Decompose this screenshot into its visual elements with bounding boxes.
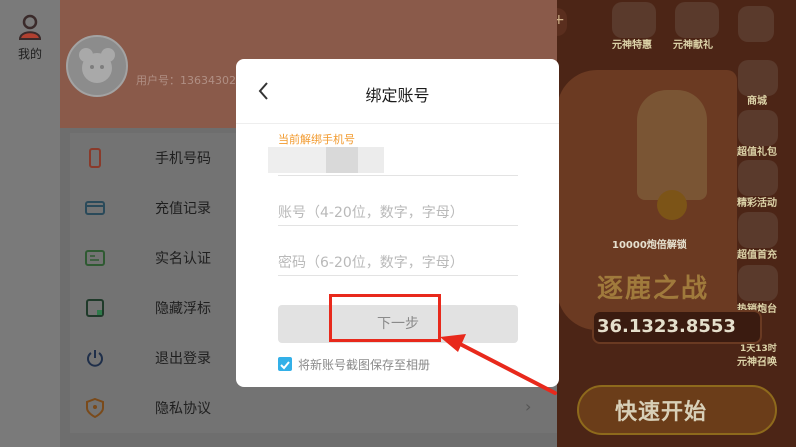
plus-icon: + bbox=[557, 12, 565, 28]
menu-item-label: 充值记录 bbox=[155, 201, 211, 217]
game-icon-label: 元神献礼 bbox=[673, 40, 713, 51]
avatar-placeholder-icon bbox=[79, 48, 115, 83]
shield-icon bbox=[86, 398, 104, 418]
hero-art bbox=[637, 90, 707, 200]
menu-item-label: 隐私协议 bbox=[155, 401, 211, 417]
lock-icon[interactable] bbox=[657, 190, 687, 220]
highlight-box bbox=[329, 294, 441, 342]
events-icon[interactable] bbox=[738, 160, 778, 196]
account-input[interactable]: 账号（4-20位，数字，字母） bbox=[278, 202, 464, 222]
unlock-banner-text: 10000炮倍解锁 bbox=[612, 240, 687, 251]
save-screenshot-checkbox[interactable] bbox=[278, 357, 292, 371]
grid-menu-icon[interactable] bbox=[738, 6, 774, 42]
account-underline bbox=[278, 225, 518, 226]
menu-item-label: 退出登录 bbox=[155, 351, 211, 367]
current-phone-hint: 当前解绑手机号 bbox=[278, 133, 355, 146]
menu-item-label: 隐藏浮标 bbox=[155, 301, 211, 317]
phone-icon bbox=[89, 148, 101, 168]
gift-offer-icon[interactable] bbox=[675, 2, 719, 38]
shop-icon[interactable] bbox=[738, 60, 778, 96]
game-icon-label: 商城 bbox=[747, 96, 767, 107]
first-recharge-icon[interactable] bbox=[738, 212, 778, 248]
save-screenshot-label[interactable]: 将新账号截图保存至相册 bbox=[298, 356, 430, 373]
phone-underline bbox=[278, 175, 518, 176]
divider bbox=[236, 123, 559, 124]
password-input[interactable]: 密码（6-20位，数字，字母） bbox=[278, 252, 464, 272]
menu-item-privacy[interactable]: 隐私协议 › bbox=[70, 383, 557, 433]
game-icon-label: 元神特惠 bbox=[612, 40, 652, 51]
password-underline bbox=[278, 275, 518, 276]
game-icon-label: 超值首充 bbox=[737, 250, 777, 261]
id-card-icon bbox=[85, 250, 105, 266]
game-icon-label: 精彩活动 bbox=[737, 198, 777, 209]
rail-label-mine[interactable]: 我的 bbox=[0, 45, 60, 62]
user-id-text: 用户号：13634302 bbox=[136, 74, 236, 87]
game-icon-label: 超值礼包 bbox=[737, 147, 777, 158]
event-title-art: 逐鹿之战 bbox=[597, 274, 710, 304]
card-icon bbox=[85, 201, 105, 215]
quick-start-label: 快速开始 bbox=[615, 400, 708, 425]
power-icon bbox=[87, 350, 103, 367]
checkmark-icon bbox=[280, 361, 290, 370]
game-icon-label: 元神召唤 bbox=[737, 357, 777, 368]
user-icon[interactable] bbox=[19, 14, 41, 40]
hot-cannon-icon[interactable] bbox=[738, 265, 778, 301]
special-offer-icon[interactable] bbox=[612, 2, 656, 38]
menu-item-label: 手机号码 bbox=[155, 151, 211, 167]
chevron-right-icon: › bbox=[525, 397, 532, 416]
menu-item-label: 实名认证 bbox=[155, 251, 211, 267]
left-rail: 我的 bbox=[0, 0, 60, 447]
masked-phone-number bbox=[268, 147, 384, 173]
value-pack-icon[interactable] bbox=[738, 110, 778, 146]
float-hide-icon bbox=[86, 299, 104, 317]
dialog-title: 绑定账号 bbox=[365, 86, 430, 105]
game-background: + 10000炮倍解锁 元神特惠 元神献礼 商城 超值礼包 精彩活动 超值首充 … bbox=[557, 0, 796, 447]
score-value: 36.1323.8553 bbox=[597, 316, 736, 337]
avatar[interactable] bbox=[66, 35, 128, 97]
